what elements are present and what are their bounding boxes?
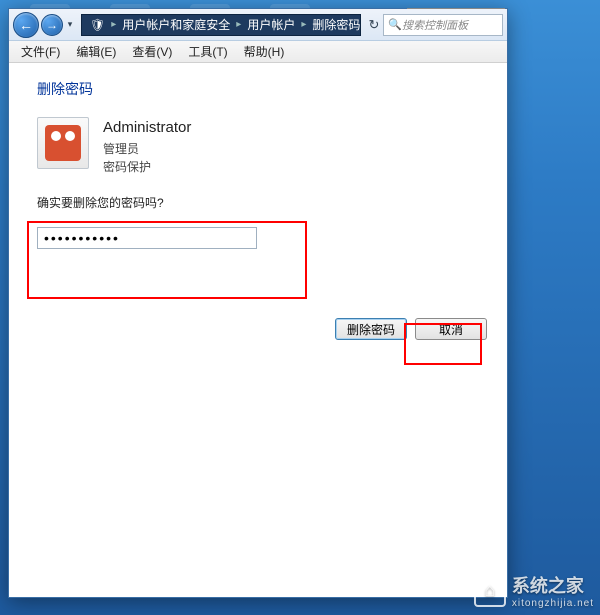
search-icon: 🔍	[388, 18, 402, 31]
prompt-area: 确实要删除您的密码吗?	[37, 194, 479, 249]
page-title: 删除密码	[37, 79, 479, 99]
breadcrumb-item[interactable]: 用户帐户和家庭安全	[118, 16, 234, 33]
menu-view[interactable]: 查看(V)	[124, 41, 180, 62]
user-block: Administrator 管理员 密码保护	[37, 117, 479, 176]
control-panel-window: – ▭ ✕ ← → ▾ 🛡 ▸ 用户帐户和家庭安全 ▸ 用户帐户 ▸ 删除密码 …	[8, 8, 508, 598]
user-role: 管理员	[103, 140, 191, 158]
breadcrumb[interactable]: 🛡 ▸ 用户帐户和家庭安全 ▸ 用户帐户 ▸ 删除密码	[81, 14, 361, 36]
delete-password-button[interactable]: 删除密码	[335, 318, 407, 340]
navigation-bar: ← → ▾ 🛡 ▸ 用户帐户和家庭安全 ▸ 用户帐户 ▸ 删除密码 ↻ 🔍 搜索…	[9, 9, 507, 41]
watermark-logo-icon: ⌂	[474, 575, 506, 607]
menu-file[interactable]: 文件(F)	[13, 41, 68, 62]
breadcrumb-sep-icon: ▸	[299, 19, 308, 30]
nav-back-button[interactable]: ←	[13, 12, 39, 38]
prompt-text: 确实要删除您的密码吗?	[37, 194, 479, 211]
user-avatar-icon	[37, 117, 89, 169]
menu-edit[interactable]: 编辑(E)	[68, 41, 124, 62]
refresh-button[interactable]: ↻	[365, 17, 383, 33]
user-password-status: 密码保护	[103, 158, 191, 176]
nav-history-dropdown[interactable]: ▾	[63, 16, 77, 34]
button-row: 删除密码 取消	[335, 318, 487, 340]
watermark-text: 系统之家	[512, 576, 584, 596]
menubar: 文件(F) 编辑(E) 查看(V) 工具(T) 帮助(H)	[9, 41, 507, 63]
search-placeholder: 搜索控制面板	[402, 17, 468, 33]
nav-forward-button[interactable]: →	[41, 14, 63, 36]
user-name: Administrator	[103, 117, 191, 140]
current-password-input[interactable]	[37, 227, 257, 249]
breadcrumb-sep-icon: ▸	[109, 19, 118, 30]
content-area: 删除密码 Administrator 管理员 密码保护 确实要删除您的密码吗? …	[9, 63, 507, 597]
watermark: ⌂ 系统之家 xitongzhijia.net	[474, 572, 594, 609]
watermark-url: xitongzhijia.net	[512, 598, 594, 609]
menu-tools[interactable]: 工具(T)	[180, 41, 235, 62]
cancel-button[interactable]: 取消	[415, 318, 487, 340]
breadcrumb-item[interactable]: 用户帐户	[243, 16, 299, 33]
search-input[interactable]: 🔍 搜索控制面板	[383, 14, 503, 36]
menu-help[interactable]: 帮助(H)	[236, 41, 293, 62]
breadcrumb-shield-icon: 🛡	[86, 18, 109, 32]
user-info: Administrator 管理员 密码保护	[103, 117, 191, 176]
breadcrumb-item[interactable]: 删除密码	[308, 16, 361, 33]
breadcrumb-sep-icon: ▸	[234, 19, 243, 30]
